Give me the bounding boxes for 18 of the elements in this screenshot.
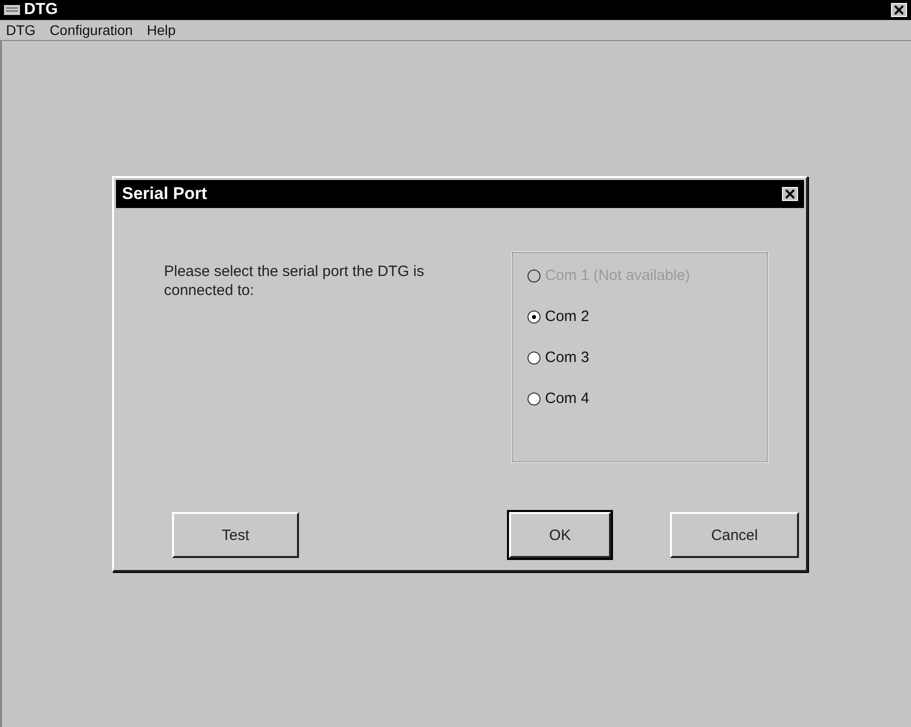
app-icon (4, 5, 20, 15)
dialog-button[interactable]: Cancel (670, 512, 799, 558)
dialog-button[interactable]: OK (509, 512, 611, 558)
port-radio-option[interactable]: Com 2 (527, 308, 767, 325)
close-icon[interactable] (891, 3, 907, 17)
menu-item[interactable]: Help (146, 22, 176, 38)
window-title: DTG (24, 1, 59, 19)
radio-button[interactable] (527, 350, 541, 364)
port-radio-option[interactable]: Com 3 (527, 349, 767, 366)
close-icon[interactable] (782, 187, 798, 201)
menu-item[interactable]: DTG (6, 22, 36, 38)
radio-button[interactable] (527, 392, 541, 406)
radio-button[interactable] (527, 310, 541, 324)
dialog-title: Serial Port (122, 184, 208, 204)
dialog-button[interactable]: Test (172, 512, 299, 558)
port-radio-option[interactable]: Com 4 (527, 390, 767, 407)
instruction-text: Please select the serial port the DTG is connected to: (164, 262, 426, 301)
menu-item[interactable]: Configuration (50, 22, 133, 38)
